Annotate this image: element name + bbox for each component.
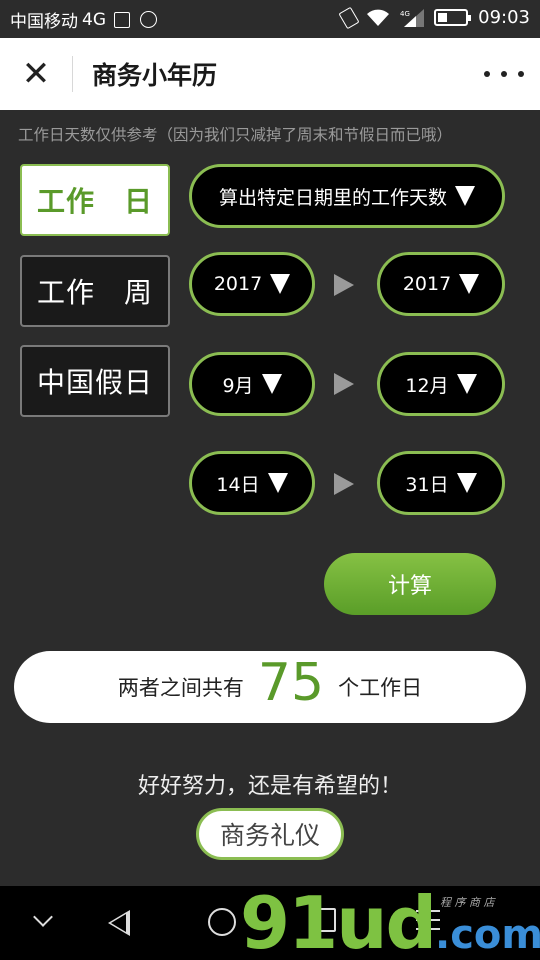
more-options-button[interactable] xyxy=(484,60,524,88)
data-tag: 4G xyxy=(400,10,410,18)
wifi-icon xyxy=(367,9,390,26)
start-year-value: 2017 xyxy=(213,273,263,295)
dropdown-triangle-icon xyxy=(267,473,288,493)
mode-holiday-button[interactable]: 中国假日 xyxy=(20,345,170,417)
status-right: 4G 09:03 xyxy=(338,6,530,29)
arrow-right-icon xyxy=(334,473,354,495)
start-month-select[interactable]: 9月 xyxy=(189,352,315,416)
result-count: 75 xyxy=(257,653,325,713)
chevron-down-icon[interactable] xyxy=(33,907,53,927)
dropdown-triangle-icon xyxy=(261,374,282,394)
calc-type-label: 算出特定日期里的工作天数 xyxy=(218,186,447,209)
signal-icon: 4G xyxy=(400,8,425,27)
home-icon[interactable] xyxy=(208,908,236,936)
dropdown-triangle-icon xyxy=(456,374,477,394)
start-month-value: 9月 xyxy=(222,374,254,397)
gallery-icon xyxy=(114,11,130,28)
network-type: 4G xyxy=(82,9,106,30)
business-etiquette-button[interactable]: 商务礼仪 xyxy=(196,808,344,860)
status-left: 中国移动 4G xyxy=(10,7,157,32)
status-bar: 中国移动 4G 4G 09:03 xyxy=(0,0,540,38)
close-icon: ✕ xyxy=(21,54,51,94)
arrow-right-icon xyxy=(334,373,354,395)
dropdown-triangle-icon xyxy=(459,274,480,294)
page-title: 商务小年历 xyxy=(92,61,218,90)
dropdown-triangle-icon xyxy=(270,274,291,294)
calc-type-select[interactable]: 算出特定日期里的工作天数 xyxy=(189,164,505,228)
end-year-select[interactable]: 2017 xyxy=(377,252,505,316)
result-prefix: 两者之间共有 xyxy=(117,676,244,700)
end-month-value: 12月 xyxy=(405,374,449,397)
dropdown-triangle-icon xyxy=(455,186,475,206)
carrier-name: 中国移动 xyxy=(10,12,78,32)
more-dot-icon xyxy=(518,71,524,77)
dropdown-triangle-icon xyxy=(456,473,477,493)
back-icon[interactable] xyxy=(108,910,130,936)
close-button[interactable]: ✕ xyxy=(14,52,58,96)
battery-icon xyxy=(434,9,472,26)
watermark-tld: .com xyxy=(435,912,540,958)
end-day-select[interactable]: 31日 xyxy=(377,451,505,515)
watermark-subtext: 程 序 商 店 xyxy=(440,896,495,909)
watermark-main: 91ud xyxy=(240,881,437,960)
vibrate-icon xyxy=(338,6,360,29)
face-icon xyxy=(140,11,157,28)
title-bar: ✕ 商务小年历 xyxy=(0,38,540,110)
calculate-button[interactable]: 计算 xyxy=(324,553,496,615)
disclaimer-note: 工作日天数仅供参考（因为我们只减掉了周末和节假日而已哦） xyxy=(18,126,453,144)
start-day-select[interactable]: 14日 xyxy=(189,451,315,515)
watermark-logo: 91ud.com xyxy=(240,887,540,959)
encourage-text: 好好努力，还是有希望的！ xyxy=(137,774,402,799)
clock: 09:03 xyxy=(478,7,530,28)
arrow-right-icon xyxy=(334,274,354,296)
start-day-value: 14日 xyxy=(216,473,260,496)
title-divider xyxy=(72,56,73,92)
result-panel: 两者之间共有 75 个工作日 xyxy=(14,651,526,723)
end-day-value: 31日 xyxy=(405,473,449,496)
result-suffix: 个工作日 xyxy=(338,676,423,700)
more-dot-icon xyxy=(501,71,507,77)
start-year-select[interactable]: 2017 xyxy=(189,252,315,316)
mode-workweek-button[interactable]: 工作 周 xyxy=(20,255,170,327)
end-year-value: 2017 xyxy=(402,273,452,295)
mode-workday-button[interactable]: 工作 日 xyxy=(20,164,170,236)
more-dot-icon xyxy=(484,71,490,77)
end-month-select[interactable]: 12月 xyxy=(377,352,505,416)
